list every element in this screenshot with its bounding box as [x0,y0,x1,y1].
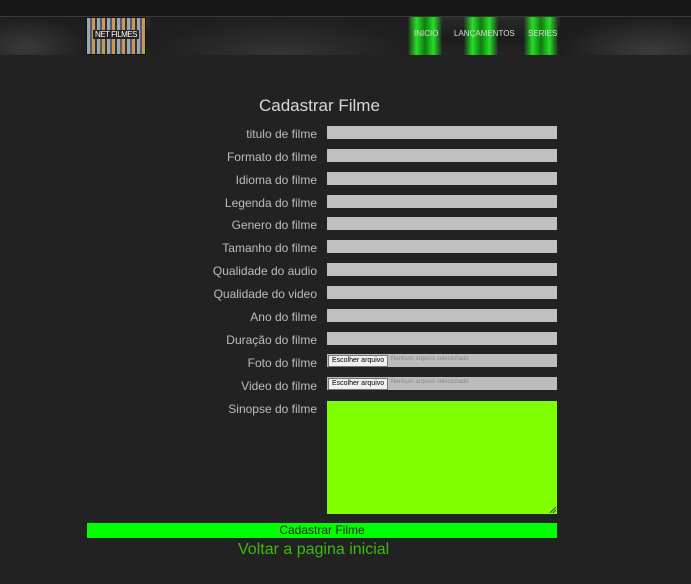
foto-choose-file-button[interactable]: Escolher arquivo [328,355,389,367]
foto-file-input[interactable]: Escolher arquivo Nenhum arquivo selecion… [327,354,557,367]
nav-link-lancamentos[interactable]: LANÇAMENTOS [454,17,515,55]
nav-link-inicio[interactable]: INICIO [414,17,438,55]
submit-button[interactable]: Cadastrar Filme [87,523,557,538]
label-titulo: titulo de filme [246,127,317,141]
qualidade-video-input[interactable] [327,286,557,299]
label-qualidade-video: Qualidade do video [213,287,317,301]
tamanho-input[interactable] [327,240,557,253]
foto-file-status: Nenhum arquivo selecionado [391,356,469,362]
header-background-left [0,17,90,55]
browser-top-strip [0,0,691,17]
label-foto: Foto do filme [247,356,317,370]
label-ano: Ano do filme [250,310,317,324]
header-background-center [150,17,410,55]
qualidade-audio-input[interactable] [327,263,557,276]
logo-text: NET FILMES [93,30,139,39]
idioma-input[interactable] [327,172,557,185]
label-genero: Genero do filme [231,218,317,232]
back-home-link[interactable]: Voltar a pagina inicial [238,541,389,559]
legenda-input[interactable] [327,195,557,208]
video-file-status: Nenhum arquivo selecionado [391,379,469,385]
label-video: Video do filme [241,379,317,393]
label-qualidade-audio: Qualidade do audio [212,264,317,278]
site-logo[interactable]: NET FILMES [86,17,146,55]
label-legenda: Legenda do filme [224,196,317,210]
resize-handle-icon[interactable] [550,507,556,513]
sinopse-textarea[interactable] [327,401,557,514]
label-formato: Formato do filme [226,150,317,164]
video-choose-file-button[interactable]: Escolher arquivo [328,378,389,390]
video-file-input[interactable]: Escolher arquivo Nenhum arquivo selecion… [327,377,557,390]
label-duracao: Duração do filme [226,333,317,347]
nav-link-series[interactable]: SERIES [528,17,557,55]
label-tamanho: Tamanho do filme [222,241,317,255]
duracao-input[interactable] [327,332,557,345]
label-sinopse: Sinopse do filme [228,402,317,416]
titulo-input[interactable] [327,126,557,139]
label-idioma: Idioma do filme [235,173,317,187]
form-title: Cadastrar Filme [259,96,380,115]
ano-input[interactable] [327,309,557,322]
formato-input[interactable] [327,149,557,162]
genero-input[interactable] [327,217,557,230]
header-background-right [560,17,691,55]
